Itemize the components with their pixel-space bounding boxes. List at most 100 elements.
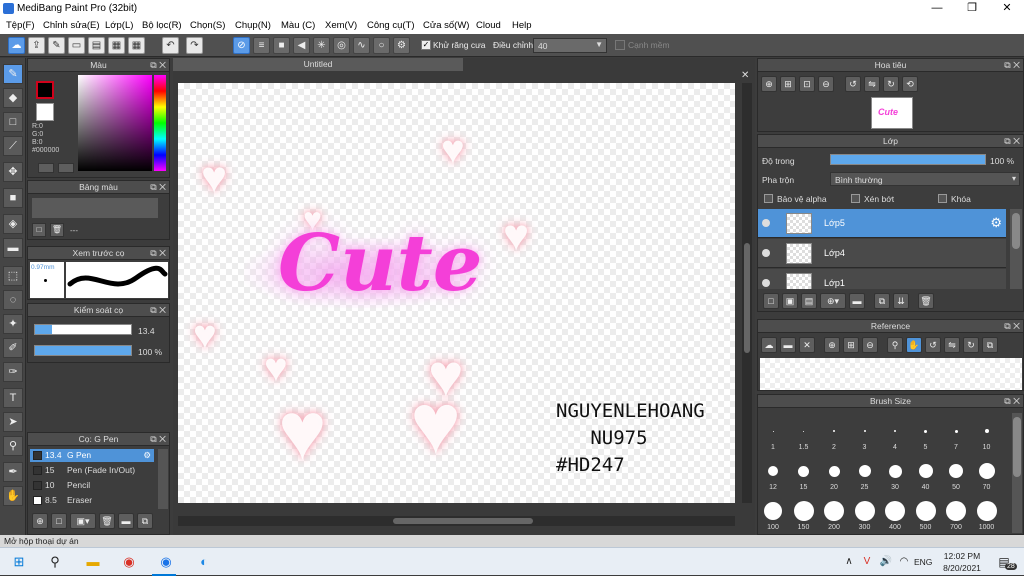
folder-icon[interactable]: ▬ bbox=[849, 293, 865, 309]
brush-size-option[interactable] bbox=[984, 429, 989, 433]
hand-icon[interactable]: ✋ bbox=[906, 337, 922, 353]
brush-size-option[interactable] bbox=[915, 501, 936, 521]
brush-tool-icon[interactable]: ✎ bbox=[3, 64, 23, 84]
ellipse-snap-icon[interactable]: ○ bbox=[373, 37, 390, 54]
open-folder-icon[interactable]: ▬ bbox=[780, 337, 796, 353]
menu-select[interactable]: Chọn(S) bbox=[190, 20, 225, 31]
cloud-sync-icon[interactable]: ☁ bbox=[8, 37, 25, 54]
maximize-button[interactable]: ❐ bbox=[955, 0, 989, 17]
grid-icon[interactable]: ▦ bbox=[108, 37, 125, 54]
merge-layer-icon[interactable]: ⇊ bbox=[893, 293, 909, 309]
palette-swatches[interactable] bbox=[32, 198, 158, 218]
gear-icon[interactable]: ⚙ bbox=[990, 215, 1002, 231]
minimize-button[interactable]: — bbox=[920, 0, 954, 17]
lasso-tool-icon[interactable]: ◌ bbox=[3, 290, 23, 310]
brush-item-pen-fade[interactable]: 15 Pen (Fade In/Out) bbox=[30, 464, 154, 477]
menu-color[interactable]: Màu (C) bbox=[281, 20, 315, 31]
network-icon[interactable]: ◠ bbox=[893, 552, 915, 572]
menu-file[interactable]: Tệp(F) bbox=[6, 20, 35, 31]
zoom-actual-icon[interactable]: ⊡ bbox=[799, 76, 815, 92]
canvas-tab[interactable]: Untitled bbox=[173, 58, 463, 71]
brush-size-option[interactable] bbox=[888, 464, 902, 478]
menu-window[interactable]: Cửa số(W) bbox=[423, 20, 469, 31]
gradient-tool-icon[interactable]: ▬ bbox=[3, 238, 23, 258]
zoom-out-icon[interactable]: ⊖ bbox=[862, 337, 878, 353]
rotate-left-icon[interactable]: ↺ bbox=[845, 76, 861, 92]
eyedropper-icon[interactable]: ⚲ bbox=[887, 337, 903, 353]
menu-cloud[interactable]: Cloud bbox=[476, 20, 501, 31]
language-indicator[interactable]: ENG bbox=[914, 557, 932, 567]
medibang-icon[interactable]: ◐ bbox=[193, 552, 215, 572]
brush-size-scrollbar[interactable] bbox=[1012, 413, 1022, 533]
radial-snap-icon[interactable]: ✳ bbox=[313, 37, 330, 54]
foreground-color-swatch[interactable] bbox=[36, 81, 54, 99]
select-eraser-tool-icon[interactable]: ✑ bbox=[3, 362, 23, 382]
layer-list-scrollbar[interactable] bbox=[1010, 209, 1022, 289]
bucket-tool-icon[interactable]: ◈ bbox=[3, 214, 23, 234]
canvas-horizontal-scrollbar[interactable] bbox=[178, 516, 735, 526]
copy-icon[interactable]: ⧉ bbox=[982, 337, 998, 353]
comment-icon[interactable]: ✎ bbox=[48, 37, 65, 54]
brush-size-option[interactable] bbox=[949, 464, 963, 478]
new-layer-1bit-icon[interactable]: ▤ bbox=[801, 293, 817, 309]
eyedropper-tool-icon[interactable]: ⚲ bbox=[3, 436, 23, 456]
undo-icon[interactable]: ↶ bbox=[162, 37, 179, 54]
saturation-picker[interactable] bbox=[78, 75, 152, 171]
background-color-swatch[interactable] bbox=[36, 103, 54, 121]
rotate-right-icon[interactable]: ↻ bbox=[963, 337, 979, 353]
menu-layer[interactable]: Lớp(L) bbox=[105, 20, 133, 31]
new-layer-icon[interactable]: □ bbox=[763, 293, 779, 309]
brush-size-option[interactable] bbox=[764, 502, 782, 520]
menu-filter[interactable]: Bộ lọc(R) bbox=[142, 20, 182, 31]
redo-icon[interactable]: ↷ bbox=[186, 37, 203, 54]
fill-rect-tool-icon[interactable]: ■ bbox=[3, 188, 23, 208]
zoom-out-icon[interactable]: ⊖ bbox=[818, 76, 834, 92]
search-icon[interactable]: ⚲ bbox=[44, 552, 66, 572]
brush-size-option[interactable] bbox=[976, 501, 997, 521]
canvas-vertical-scrollbar[interactable] bbox=[742, 83, 752, 503]
brush-size-option[interactable] bbox=[924, 429, 927, 433]
new-brush-icon[interactable]: □ bbox=[51, 513, 67, 529]
panel-close-icon[interactable]: ⧉ ✕ bbox=[150, 59, 166, 72]
select-tool-icon[interactable]: ⬚ bbox=[3, 266, 23, 286]
upload-icon[interactable]: ⇪ bbox=[28, 37, 45, 54]
brush-size-option[interactable] bbox=[854, 501, 875, 521]
brush-size-option[interactable] bbox=[793, 501, 814, 521]
eye-icon[interactable] bbox=[762, 219, 770, 227]
layer-opacity-slider[interactable] bbox=[830, 154, 986, 165]
delete-layer-icon[interactable]: 🗑 bbox=[918, 293, 934, 309]
add-palette-icon[interactable]: □ bbox=[32, 223, 46, 237]
select-pen-tool-icon[interactable]: ✐ bbox=[3, 338, 23, 358]
brush-size-option[interactable] bbox=[798, 465, 809, 477]
hue-slider[interactable] bbox=[154, 75, 166, 171]
menu-help[interactable]: Help bbox=[512, 20, 532, 31]
brush-item-pencil[interactable]: 10 Pencil bbox=[30, 479, 154, 492]
zoom-in-icon[interactable]: ⊕ bbox=[761, 76, 777, 92]
close-reference-icon[interactable]: ✕ bbox=[799, 337, 815, 353]
brush-size-option[interactable] bbox=[803, 430, 804, 432]
brush-size-option[interactable] bbox=[946, 501, 966, 521]
brush-size-option[interactable] bbox=[978, 463, 995, 479]
brush-item-g-pen[interactable]: 13.4 G Pen ⚙ bbox=[30, 449, 154, 462]
text-tool-icon[interactable]: T bbox=[3, 388, 23, 408]
add-brush-icon[interactable]: ⊕ bbox=[32, 513, 48, 529]
antialias-checkbox[interactable]: ✓ bbox=[421, 40, 431, 50]
brush-item-eraser[interactable]: 8.5 Eraser bbox=[30, 494, 154, 507]
panel-close-icon[interactable]: ⧉ ✕ bbox=[1004, 59, 1020, 72]
reference-view[interactable] bbox=[760, 358, 1022, 390]
canvas[interactable]: ♥ ♥ ♥ ♥ ♥ ♥ ♥ ♥ ♥ Cute NGUYENLEHOANG NU9… bbox=[178, 83, 735, 503]
brush-opacity-slider[interactable] bbox=[34, 345, 132, 356]
protect-alpha-checkbox[interactable] bbox=[764, 194, 773, 203]
layer-item-lop1[interactable]: Lớp1 bbox=[758, 269, 1006, 289]
brush-size-option[interactable] bbox=[863, 430, 866, 432]
brush-size-option[interactable] bbox=[918, 464, 933, 478]
panel-close-icon[interactable]: ⧉ ✕ bbox=[1004, 135, 1020, 148]
swap-color-button[interactable] bbox=[38, 163, 54, 173]
scrollbar-thumb[interactable] bbox=[393, 518, 533, 524]
brush-size-option[interactable] bbox=[768, 466, 778, 476]
brush-size-option[interactable] bbox=[828, 465, 840, 477]
reset-color-button[interactable] bbox=[58, 163, 74, 173]
tile-icon[interactable]: ▦ bbox=[128, 37, 145, 54]
dot-tool-icon[interactable]: □ bbox=[3, 112, 23, 132]
folder-icon[interactable]: ▬ bbox=[118, 513, 134, 529]
